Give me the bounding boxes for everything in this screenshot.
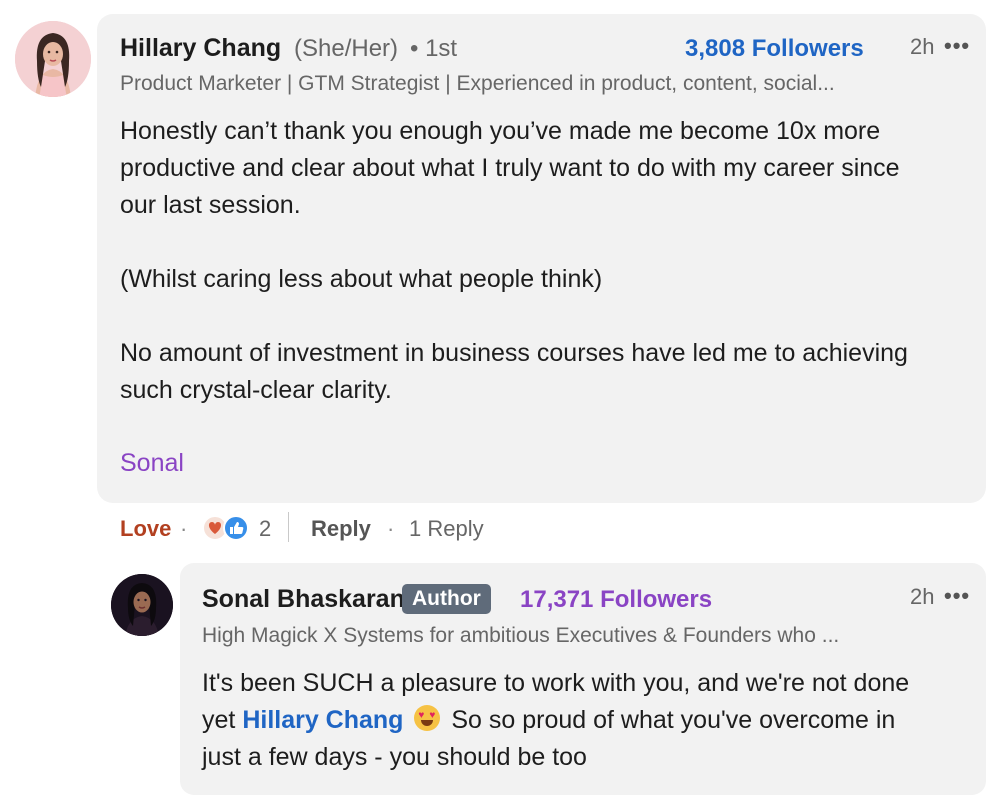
followers-count-link[interactable]: 17,371 Followers: [520, 586, 712, 614]
separator-dot: ·: [387, 516, 395, 541]
mention-sonal[interactable]: Sonal: [120, 449, 184, 478]
avatar-photo: [15, 21, 91, 97]
comment-timestamp: 2h: [910, 34, 935, 59]
author-headline: Product Marketer | GTM Strategist | Expe…: [120, 72, 835, 95]
more-icon[interactable]: •••: [944, 33, 970, 59]
comment-body: Honestly can’t thank you enough you’ve m…: [120, 113, 980, 409]
heart-eyes-emoji-icon: ♥ ♥: [414, 705, 441, 731]
comment-line: our last session.: [120, 191, 301, 219]
mention-hillary-chang[interactable]: Hillary Chang: [242, 706, 403, 734]
comment-line: Honestly can’t thank you enough you’ve m…: [120, 117, 881, 145]
action-divider: [288, 512, 289, 542]
reaction-count[interactable]: 2: [259, 516, 271, 542]
reply-timestamp: 2h: [910, 584, 935, 609]
reply-author-name[interactable]: Sonal Bhaskaran: [202, 585, 405, 614]
reply-count-link[interactable]: 1 Reply: [409, 516, 484, 542]
reply-text: yet: [202, 706, 236, 734]
love-reaction-button[interactable]: Love: [120, 516, 171, 542]
avatar-photo: [111, 574, 173, 636]
reply-line: It's been SUCH a pleasure to work with y…: [202, 669, 910, 697]
comment-line: such crystal-clear clarity.: [120, 376, 392, 404]
reply-body: It's been SUCH a pleasure to work with y…: [202, 665, 982, 776]
avatar-sonal-bhaskaran[interactable]: [111, 574, 173, 636]
reply-button[interactable]: Reply: [311, 516, 371, 542]
reply-line: just a few days - you should be too: [202, 743, 587, 771]
reply-author-headline: High Magick X Systems for ambitious Exec…: [202, 624, 840, 647]
reply-text: So so proud of what you've overcome in: [451, 706, 896, 734]
more-icon[interactable]: •••: [944, 583, 970, 609]
avatar-hillary-chang[interactable]: [15, 21, 91, 97]
comment-author-name[interactable]: Hillary Chang: [120, 34, 281, 63]
separator-dot: ·: [180, 516, 188, 541]
connection-degree: • 1st: [410, 35, 458, 62]
comment-line: productive and clear about what I truly …: [120, 154, 900, 182]
reply-line: yet Hillary Chang ♥ ♥ So so proud of wha…: [202, 702, 982, 739]
followers-count-link[interactable]: 3,808 Followers: [685, 35, 864, 63]
author-badge: Author: [402, 584, 491, 614]
like-reaction-icon: [223, 515, 249, 541]
reaction-icons[interactable]: [202, 514, 254, 542]
comment-line: No amount of investment in business cour…: [120, 339, 908, 367]
comment-line: (Whilst caring less about what people th…: [120, 265, 603, 293]
author-pronouns: (She/Her): [294, 35, 399, 62]
